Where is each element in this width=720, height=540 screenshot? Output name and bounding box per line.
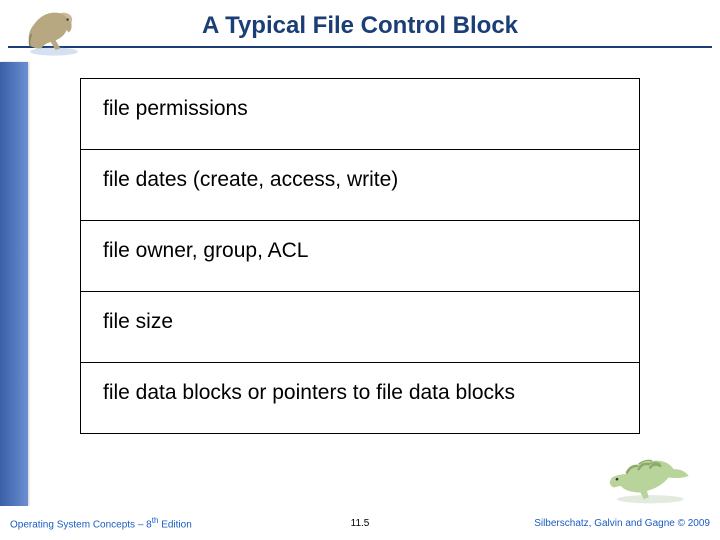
- fcb-row: file owner, group, ACL: [81, 221, 639, 292]
- dinosaur-left-icon: [14, 2, 94, 58]
- title-underline: [8, 46, 712, 48]
- slide-content: file permissions file dates (create, acc…: [64, 78, 656, 482]
- fcb-row: file permissions: [81, 79, 639, 150]
- slide-footer: Operating System Concepts – 8th Edition …: [0, 506, 720, 540]
- fcb-row: file dates (create, access, write): [81, 150, 639, 221]
- footer-book-prefix: Operating System Concepts – 8: [10, 519, 152, 530]
- left-accent-bar: [0, 62, 28, 506]
- fcb-row: file data blocks or pointers to file dat…: [81, 363, 639, 433]
- footer-copyright: Silberschatz, Galvin and Gagne © 2009: [534, 518, 710, 529]
- slide-title: A Typical File Control Block: [0, 8, 720, 46]
- fcb-diagram: file permissions file dates (create, acc…: [80, 78, 640, 434]
- footer-left: Operating System Concepts – 8th Edition: [10, 516, 192, 530]
- slide-header: A Typical File Control Block: [0, 0, 720, 48]
- footer-book-suffix: Edition: [158, 519, 191, 530]
- fcb-row: file size: [81, 292, 639, 363]
- dinosaur-right-icon: [602, 444, 702, 506]
- slide-number: 11.5: [351, 518, 370, 529]
